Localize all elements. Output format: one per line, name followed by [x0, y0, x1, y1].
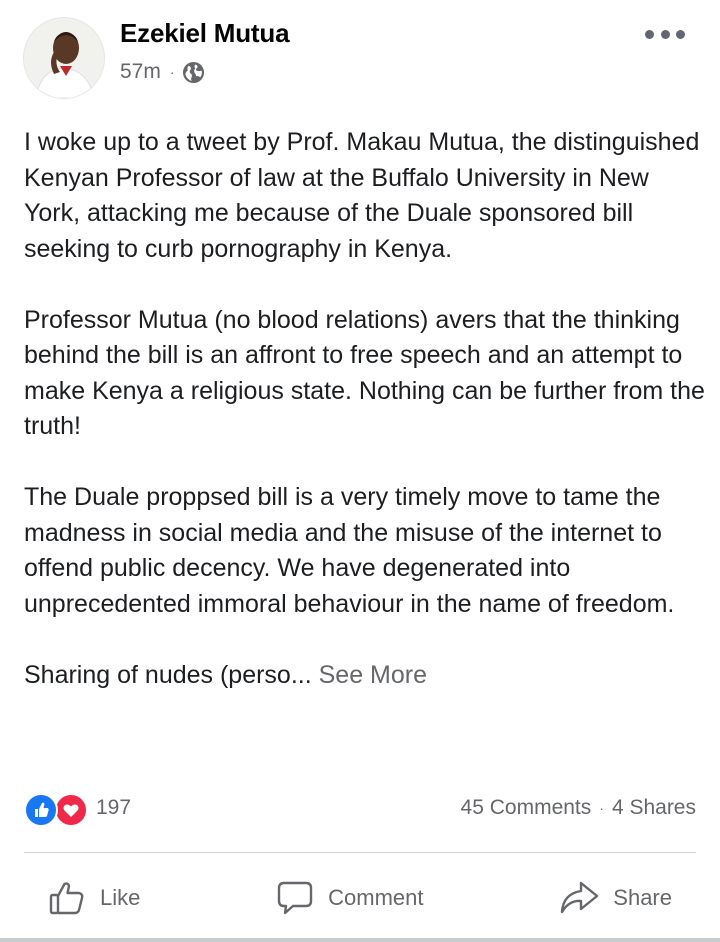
comment-button[interactable]: Comment [252, 874, 447, 922]
reaction-icons[interactable] [24, 791, 90, 827]
like-button[interactable]: Like [24, 874, 164, 922]
post-paragraph: I woke up to a tweet by Prof. Makau Mutu… [24, 128, 700, 263]
post-paragraph-truncated: Sharing of nudes (perso... See More [24, 658, 708, 694]
share-arrow-icon [561, 881, 599, 914]
avatar[interactable] [24, 18, 104, 98]
more-dot [676, 29, 685, 39]
reaction-count[interactable]: 197 [96, 796, 131, 820]
like-reaction-icon [24, 793, 58, 827]
see-more-link[interactable]: See More [319, 661, 427, 689]
more-dot [660, 29, 670, 39]
more-dot [645, 29, 654, 39]
meta-separator: · [169, 64, 175, 80]
shares-count[interactable]: 4 Shares [612, 796, 696, 820]
avatar-photo [24, 18, 104, 98]
share-label: Share [613, 885, 672, 910]
timestamp[interactable]: 57m [120, 60, 161, 84]
divider [24, 852, 696, 853]
thumbs-up-icon [49, 882, 84, 915]
share-button[interactable]: Share [535, 874, 696, 922]
post-meta: 57m · [120, 58, 205, 86]
author-name[interactable]: Ezekiel Mutua [120, 18, 290, 49]
post-text: I woke up to a tweet by Prof. Makau Mutu… [24, 125, 708, 693]
comments-count[interactable]: 45 Comments [461, 796, 592, 820]
engagement-row: 197 45 Comments · 4 Shares [24, 790, 696, 827]
post-bottom-border [0, 938, 720, 942]
engagement-stats: 45 Comments · 4 Shares [461, 796, 696, 820]
comment-label: Comment [328, 885, 424, 910]
post-header: Ezekiel Mutua 57m · [0, 0, 720, 100]
post-paragraph: Professor Mutua (no blood relations) ave… [24, 305, 705, 441]
love-reaction-icon [54, 793, 88, 827]
action-bar: Like Comment Share [24, 870, 696, 926]
globe-icon[interactable] [182, 61, 205, 84]
comment-icon [277, 881, 313, 915]
truncated-text: Sharing of nudes (perso... [24, 660, 312, 689]
post-paragraph: The Duale proppsed bill is a very timely… [24, 483, 675, 618]
like-label: Like [100, 885, 141, 910]
stats-separator: · [599, 800, 604, 816]
more-options-icon[interactable] [645, 22, 685, 46]
